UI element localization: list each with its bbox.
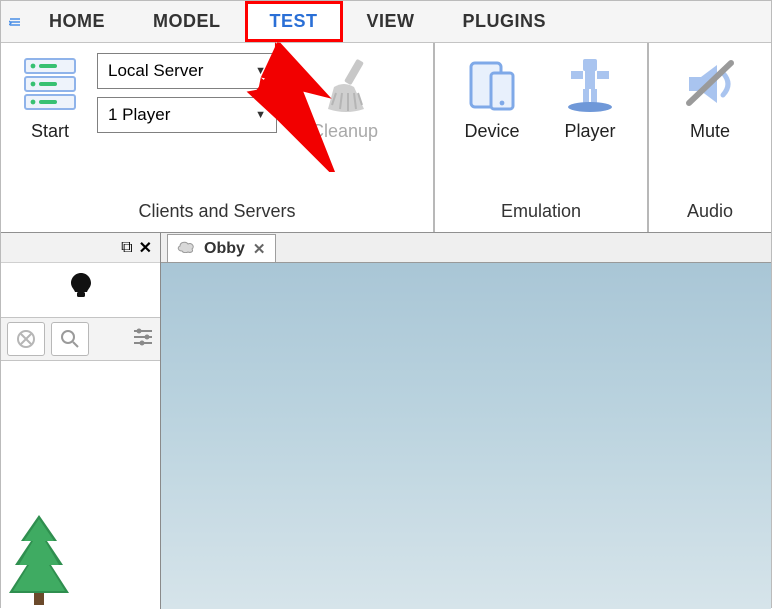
cloud-icon — [176, 239, 196, 258]
document-tabstrip: Obby ✕ — [161, 233, 771, 263]
tab-close-icon[interactable]: ✕ — [253, 240, 266, 258]
settings-sliders-icon[interactable] — [132, 327, 154, 352]
server-icon — [19, 53, 81, 115]
menu-bar: HOME MODEL TEST VIEW PLUGINS — [1, 1, 771, 43]
menu-plugins[interactable]: PLUGINS — [439, 1, 571, 42]
chevron-down-icon: ▼ — [255, 65, 266, 77]
menu-home[interactable]: HOME — [25, 1, 129, 42]
side-panel: ⧉ ✕ — [1, 233, 161, 609]
server-type-value: Local Server — [108, 61, 203, 81]
server-settings: Local Server ▼ 1 Player ▼ — [97, 53, 277, 133]
3d-viewport[interactable] — [161, 263, 771, 609]
cleanup-button[interactable]: Cleanup — [303, 51, 386, 144]
undock-icon[interactable]: ⧉ — [121, 239, 132, 257]
group-title-clients-servers: Clients and Servers — [1, 201, 433, 232]
menu-view[interactable]: VIEW — [343, 1, 439, 42]
cleanup-label: Cleanup — [311, 121, 378, 142]
player-button[interactable]: Player — [551, 51, 629, 144]
players-value: 1 Player — [108, 105, 170, 125]
document-tab[interactable]: Obby ✕ — [167, 234, 276, 262]
pine-tree-icon — [7, 515, 71, 605]
broom-icon — [314, 53, 376, 115]
start-label: Start — [31, 121, 69, 142]
panel-header: ⧉ ✕ — [1, 233, 160, 263]
hint-row — [1, 263, 160, 317]
mute-button[interactable]: Mute — [671, 51, 749, 144]
explorer-tree[interactable] — [1, 361, 160, 609]
mute-icon — [679, 53, 741, 115]
player-icon — [559, 53, 621, 115]
document-tab-label: Obby — [204, 240, 245, 258]
clear-filter-button[interactable] — [7, 322, 45, 356]
filter-toolbar — [1, 317, 160, 361]
device-button[interactable]: Device — [453, 51, 531, 144]
ribbon-group-emulation: Device Player Emulation — [435, 43, 649, 232]
mute-label: Mute — [690, 121, 730, 142]
chevron-down-icon: ▼ — [255, 109, 266, 121]
ribbon-toggle-icon[interactable] — [5, 1, 25, 42]
start-button[interactable]: Start — [11, 51, 89, 144]
close-icon[interactable]: ✕ — [139, 238, 152, 258]
ribbon-group-audio: Mute Audio — [649, 43, 771, 232]
group-title-emulation: Emulation — [435, 201, 647, 232]
main-area: Obby ✕ — [161, 233, 771, 609]
ribbon: Start Local Server ▼ 1 Player ▼ — [1, 43, 771, 233]
menu-model[interactable]: MODEL — [129, 1, 245, 42]
menu-test-label: TEST — [270, 11, 318, 32]
workspace: ⧉ ✕ — [1, 233, 771, 609]
players-dropdown[interactable]: 1 Player ▼ — [97, 97, 277, 133]
lightbulb-icon[interactable] — [69, 272, 93, 309]
device-icon — [461, 53, 523, 115]
menu-test[interactable]: TEST — [245, 1, 343, 42]
ribbon-group-clients-servers: Start Local Server ▼ 1 Player ▼ — [1, 43, 435, 232]
search-button[interactable] — [51, 322, 89, 356]
player-label: Player — [564, 121, 615, 142]
group-title-audio: Audio — [649, 201, 771, 232]
server-type-dropdown[interactable]: Local Server ▼ — [97, 53, 277, 89]
device-label: Device — [464, 121, 519, 142]
